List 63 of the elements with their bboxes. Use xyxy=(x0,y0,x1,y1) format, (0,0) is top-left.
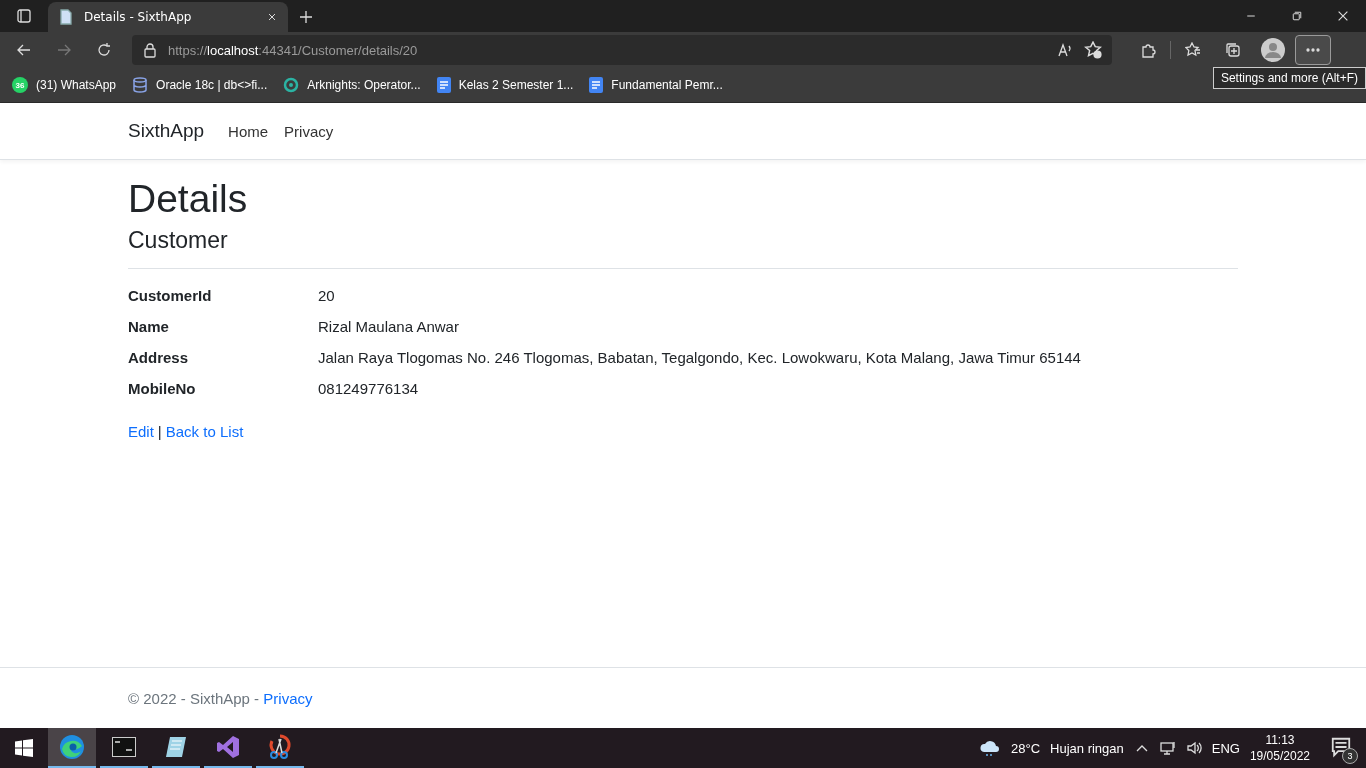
field-value: 20 xyxy=(318,286,336,304)
lock-icon xyxy=(142,42,158,58)
terminal-icon xyxy=(112,737,136,757)
star-list-icon xyxy=(1185,42,1201,58)
document-icon xyxy=(589,77,604,93)
plus-icon xyxy=(298,9,314,25)
puzzle-icon xyxy=(1140,42,1156,58)
cloud-rain-icon xyxy=(979,739,1001,757)
field-value: Jalan Raya Tlogomas No. 246 Tlogomas, Babatan, Tegalgondo, Kec. Lowokwaru, Kota Malang, Jawa Timur 65144 xyxy=(318,348,1082,366)
bookmark-link[interactable]: Kelas 2 Semester 1... xyxy=(436,77,574,93)
section-title: Customer xyxy=(128,226,229,254)
edit-link[interactable]: Edit xyxy=(128,422,154,440)
tabs-icon xyxy=(16,8,32,24)
language-indicator[interactable]: ENG xyxy=(1211,740,1240,756)
browser-tab[interactable]: Details - SixthApp xyxy=(48,2,288,32)
notifications-button[interactable]: 3 xyxy=(1330,736,1354,760)
tooltip: Settings and more (Alt+F) xyxy=(1212,67,1366,89)
scissors-icon xyxy=(268,734,292,760)
notepad-icon xyxy=(164,735,188,759)
field-value: Rizal Maulana Anwar xyxy=(318,317,460,335)
read-aloud-icon xyxy=(1056,42,1074,58)
bookmark-link[interactable]: Arknights: Operator... xyxy=(283,77,421,93)
message-icon xyxy=(1330,736,1352,758)
avatar-icon xyxy=(1261,38,1285,62)
close-icon xyxy=(266,11,278,23)
field-label: Name xyxy=(128,317,170,335)
bookmark-link[interactable]: Fundamental Pemr... xyxy=(589,77,723,93)
settings-button[interactable] xyxy=(1295,35,1331,65)
bookmark-link[interactable]: 36 (31) WhatsApp xyxy=(12,77,117,93)
windows-icon xyxy=(15,739,33,757)
forward-arrow-icon xyxy=(56,42,72,58)
field-label: Address xyxy=(128,348,190,366)
back-to-list-link[interactable]: Back to List xyxy=(165,422,244,440)
notification-count: 3 xyxy=(1342,748,1358,764)
temperature-text: 28°C xyxy=(1011,740,1041,756)
field-label: MobileNo xyxy=(128,379,197,397)
field-label: CustomerId xyxy=(128,286,213,304)
network-icon xyxy=(1159,740,1176,756)
restore-icon xyxy=(1291,10,1303,22)
database-icon xyxy=(132,77,149,93)
collections-icon xyxy=(1225,42,1241,58)
page-icon xyxy=(58,9,74,25)
volume-icon xyxy=(1185,740,1202,756)
visual-studio-icon xyxy=(216,735,240,759)
page-title: Details xyxy=(128,178,249,221)
separator-text: | xyxy=(157,422,162,440)
weather-text: Hujan ringan xyxy=(1050,740,1124,756)
address-bar[interactable]: https://localhost:44341/Customer/details/20 xyxy=(132,35,1112,65)
whatsapp-badge: 36 xyxy=(12,77,28,93)
nav-link[interactable]: Privacy xyxy=(284,122,334,140)
document-icon xyxy=(436,77,451,93)
field-value: 081249776134 xyxy=(318,379,420,397)
clock[interactable]: 11:13 19/05/2022 xyxy=(1249,733,1310,763)
nav-link[interactable]: Home xyxy=(228,122,269,140)
copyright-text: © 2022 - SixthApp - xyxy=(128,689,261,707)
refresh-icon xyxy=(96,42,112,58)
bookmark-link[interactable]: Oracle 18c | db<>fi... xyxy=(132,77,268,93)
close-icon xyxy=(1336,9,1350,23)
star-add-icon xyxy=(1084,41,1102,59)
privacy-link[interactable]: Privacy xyxy=(263,689,313,707)
brand-link[interactable]: SixthApp xyxy=(128,120,205,142)
back-arrow-icon xyxy=(16,42,32,58)
edge-icon xyxy=(59,734,85,760)
